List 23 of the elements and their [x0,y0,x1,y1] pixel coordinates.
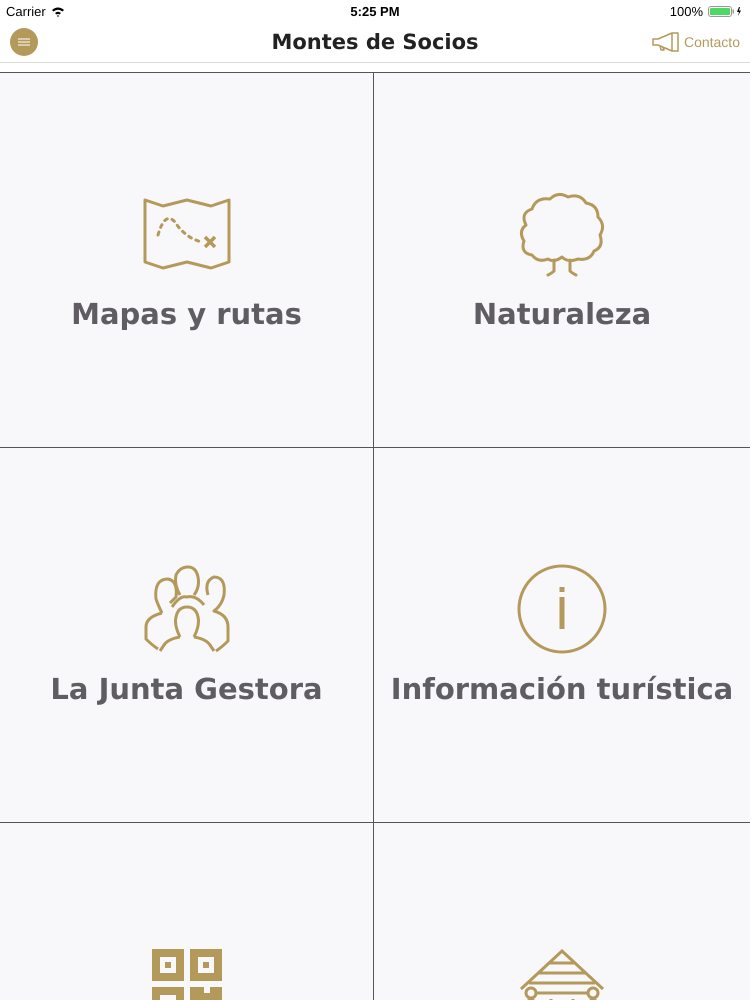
carrier-name: Carrier [6,4,46,18]
wifi-icon [50,6,65,16]
qr-code-icon [152,949,222,1000]
tile-label: Información turística [390,672,734,706]
page-title: Montes de Socios [271,30,479,54]
megaphone-icon [650,32,680,52]
menu-tile[interactable]: Mapas y rutas [0,73,374,448]
map-icon [142,197,230,271]
tile-label: Mapas y rutas [71,297,302,331]
tile-label: Naturaleza [472,297,652,331]
info-icon [517,564,607,654]
menu-icon [18,38,30,46]
tree-icon [518,191,606,277]
menu-tile[interactable]: Naturaleza [374,73,750,448]
clock-time: 5:25 PM [350,4,400,18]
tile-label: La Junta Gestora [50,672,323,706]
menu-tile[interactable]: La Junta Gestora [0,448,374,823]
battery-charging-icon [708,6,744,16]
people-group-icon [142,565,232,653]
cabin-icon [519,949,605,1000]
menu-button[interactable] [10,28,38,56]
battery-percent: 100% [670,4,703,18]
menu-tile[interactable]: Información turística [374,448,750,823]
